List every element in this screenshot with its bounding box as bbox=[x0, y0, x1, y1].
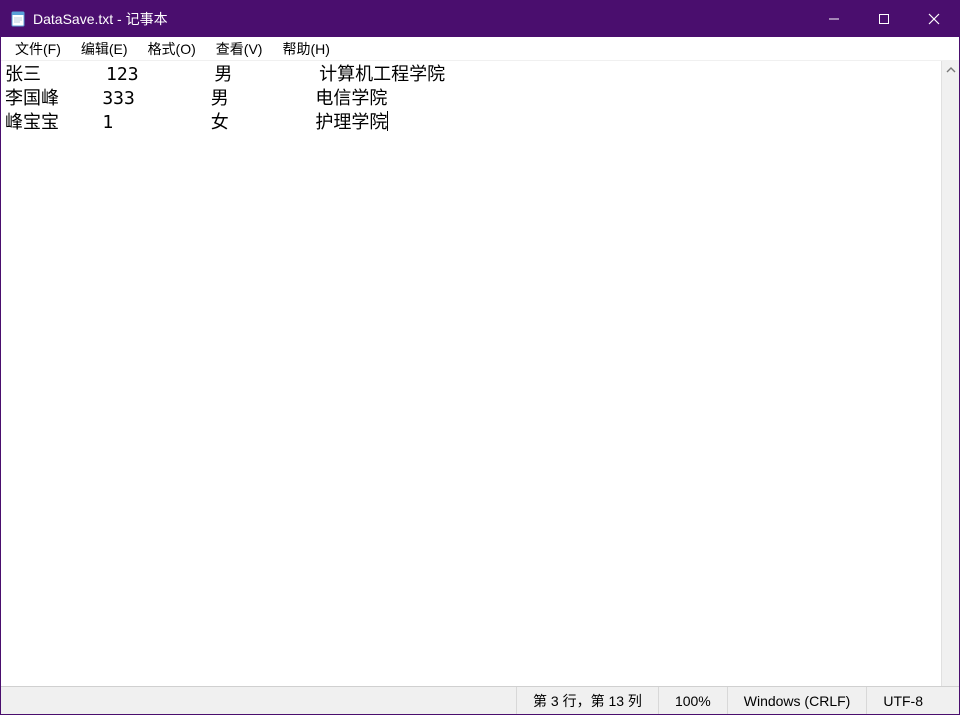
menu-help[interactable]: 帮助(H) bbox=[272, 37, 339, 61]
status-zoom: 100% bbox=[659, 687, 728, 714]
maximize-button[interactable] bbox=[859, 1, 909, 37]
window-controls bbox=[809, 1, 959, 37]
content-wrap: 张三 123 男 计算机工程学院 李国峰 333 男 电信学院 峰宝宝 1 女 … bbox=[1, 61, 959, 686]
menu-format[interactable]: 格式(O) bbox=[138, 37, 206, 61]
menubar: 文件(F) 编辑(E) 格式(O) 查看(V) 帮助(H) bbox=[1, 37, 959, 61]
menu-edit[interactable]: 编辑(E) bbox=[71, 37, 138, 61]
text-caret bbox=[387, 111, 388, 131]
status-spacer bbox=[1, 687, 517, 714]
status-cursor-position: 第 3 行，第 13 列 bbox=[517, 687, 659, 714]
window-title: DataSave.txt - 记事本 bbox=[33, 9, 809, 29]
close-button[interactable] bbox=[909, 1, 959, 37]
window-titlebar: DataSave.txt - 记事本 bbox=[1, 1, 959, 37]
vertical-scrollbar[interactable] bbox=[941, 61, 959, 686]
status-encoding: UTF-8 bbox=[867, 687, 959, 714]
minimize-button[interactable] bbox=[809, 1, 859, 37]
status-line-ending: Windows (CRLF) bbox=[728, 687, 868, 714]
scroll-up-icon[interactable] bbox=[942, 61, 959, 79]
notepad-icon bbox=[9, 10, 27, 28]
menu-view[interactable]: 查看(V) bbox=[206, 37, 273, 61]
menu-file[interactable]: 文件(F) bbox=[5, 37, 71, 61]
statusbar: 第 3 行，第 13 列 100% Windows (CRLF) UTF-8 bbox=[1, 686, 959, 714]
text-editor[interactable]: 张三 123 男 计算机工程学院 李国峰 333 男 电信学院 峰宝宝 1 女 … bbox=[1, 61, 941, 686]
